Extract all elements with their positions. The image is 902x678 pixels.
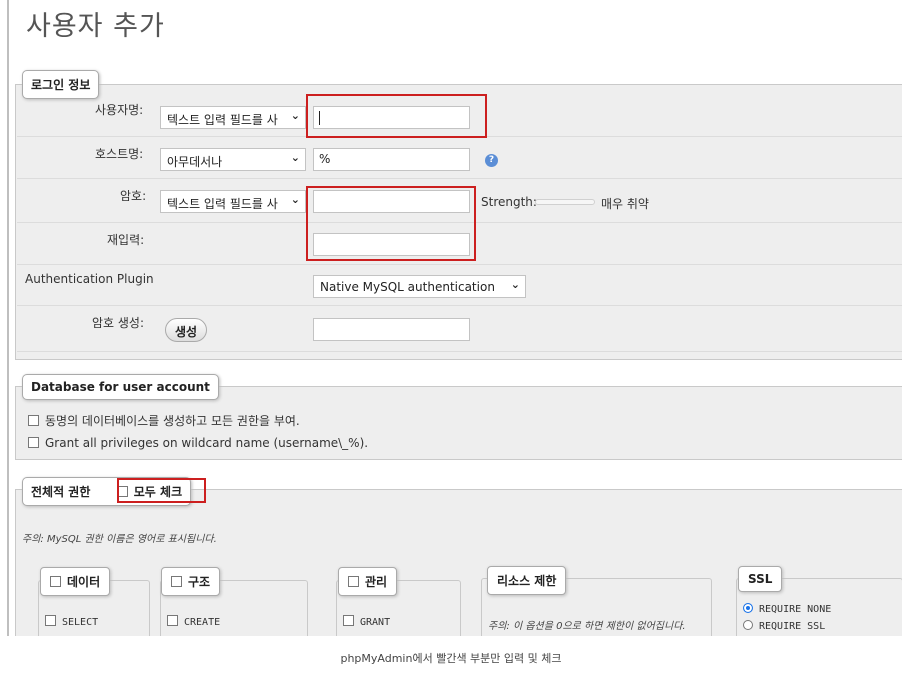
left-border: [7, 0, 9, 636]
generate-row: 암호 생성: 생성: [17, 306, 902, 352]
resource-limits-legend: 리소스 제한: [487, 566, 567, 595]
data-group-legend: 데이터: [40, 567, 111, 596]
password-type-value: 텍스트 입력 필드를 사: [167, 197, 278, 211]
checkbox[interactable]: [348, 576, 359, 587]
hostname-type-value: 아무데서나: [167, 155, 223, 169]
username-row: 사용자명: 텍스트 입력 필드를 사 ⌄: [17, 85, 902, 138]
auth-plugin-select[interactable]: Native MySQL authentication ⌄: [313, 275, 526, 298]
highlight-check-all: [117, 478, 206, 503]
generated-password-input[interactable]: [313, 318, 470, 341]
question-icon[interactable]: ?: [485, 154, 498, 167]
admin-group-legend: 관리: [338, 567, 398, 596]
checkbox[interactable]: [28, 415, 39, 426]
username-type-select[interactable]: 텍스트 입력 필드를 사 ⌄: [160, 106, 306, 129]
hostname-value: %: [319, 152, 331, 166]
hostname-row: 호스트명: 아무데서나 ⌄ % ?: [17, 137, 902, 179]
password-type-select[interactable]: 텍스트 입력 필드를 사 ⌄: [160, 190, 306, 213]
strength-value: 매우 취약: [601, 197, 649, 211]
require-none-label: REQUIRE NONE: [759, 604, 832, 615]
checkbox[interactable]: [28, 437, 39, 448]
checkbox[interactable]: [343, 615, 354, 626]
create-database-option[interactable]: 동명의 데이터베이스를 생성하고 모든 권한을 부여.: [28, 412, 300, 429]
wildcard-privileges-label: Grant all privileges on wildcard name (u…: [45, 436, 369, 450]
image-caption: phpMyAdmin에서 빨간색 부분만 입력 및 체크: [340, 652, 562, 665]
hostname-type-select[interactable]: 아무데서나 ⌄: [160, 148, 306, 171]
resource-limits-note: 주의: 이 옵션을 0으로 하면 제한이 없어집니다.: [488, 621, 686, 632]
global-privileges-fieldset: 주의: MySQL 권한 이름은 영어로 표시됩니다. SELECT CREAT…: [15, 489, 902, 636]
generate-label: 암호 생성:: [92, 316, 145, 330]
ssl-legend: SSL: [738, 566, 783, 592]
checkbox[interactable]: [50, 576, 61, 587]
wildcard-privileges-option[interactable]: Grant all privileges on wildcard name (u…: [28, 436, 368, 450]
structure-group-legend: 구조: [161, 567, 221, 596]
create-privilege-label: CREATE: [184, 617, 221, 628]
auth-plugin-value: Native MySQL authentication: [320, 280, 495, 294]
checkbox[interactable]: [171, 576, 182, 587]
chevron-down-icon: ⌄: [290, 151, 300, 164]
create-privilege-option[interactable]: CREATE: [167, 615, 220, 628]
password-label: 암호:: [120, 189, 147, 203]
page-title: 사용자 추가: [26, 11, 165, 42]
retype-label: 재입력:: [107, 233, 145, 247]
chevron-down-icon: ⌄: [290, 109, 300, 122]
radio-selected[interactable]: [743, 603, 753, 613]
login-info-legend: 로그인 정보: [22, 70, 100, 99]
login-info-fieldset: 사용자명: 텍스트 입력 필드를 사 ⌄ 호스트명: 아무데서나 ⌄ % ? 암…: [15, 84, 902, 360]
require-ssl-option[interactable]: REQUIRE SSL: [743, 620, 825, 632]
auth-plugin-row: Authentication Plugin Native MySQL authe…: [17, 265, 902, 306]
screenshot: 사용자 추가 사용자명: 텍스트 입력 필드를 사 ⌄ 호스트명: 아무데서나 …: [0, 0, 902, 636]
highlight-username: [306, 94, 487, 138]
hostname-label: 호스트명:: [95, 147, 144, 161]
grant-privilege-option[interactable]: GRANT: [343, 615, 390, 628]
highlight-password: [306, 186, 476, 261]
strength-meter: [535, 199, 595, 205]
chevron-down-icon: ⌄: [510, 278, 520, 291]
require-ssl-label: REQUIRE SSL: [759, 621, 826, 632]
data-group-title: 데이터: [67, 575, 101, 589]
global-privileges-title: 전체적 권한: [31, 485, 91, 499]
radio[interactable]: [743, 620, 753, 630]
chevron-down-icon: ⌄: [290, 193, 300, 206]
strength-label: Strength:: [481, 195, 537, 209]
checkbox[interactable]: [45, 615, 56, 626]
grant-privilege-label: GRANT: [360, 617, 391, 628]
checkbox[interactable]: [167, 615, 178, 626]
database-legend: Database for user account: [22, 374, 219, 400]
username-type-value: 텍스트 입력 필드를 사: [167, 113, 278, 127]
select-privilege-label: SELECT: [62, 617, 99, 628]
admin-group-title: 관리: [365, 575, 388, 589]
select-privilege-option[interactable]: SELECT: [45, 615, 98, 628]
hostname-input[interactable]: %: [313, 148, 470, 171]
require-none-option[interactable]: REQUIRE NONE: [743, 603, 831, 615]
privileges-note: 주의: MySQL 권한 이름은 영어로 표시됩니다.: [22, 534, 217, 545]
username-label: 사용자명:: [95, 103, 144, 117]
structure-group-title: 구조: [188, 575, 211, 589]
generate-button[interactable]: 생성: [165, 318, 208, 342]
auth-plugin-label: Authentication Plugin: [25, 272, 154, 286]
create-database-label: 동명의 데이터베이스를 생성하고 모든 권한을 부여.: [45, 414, 300, 428]
